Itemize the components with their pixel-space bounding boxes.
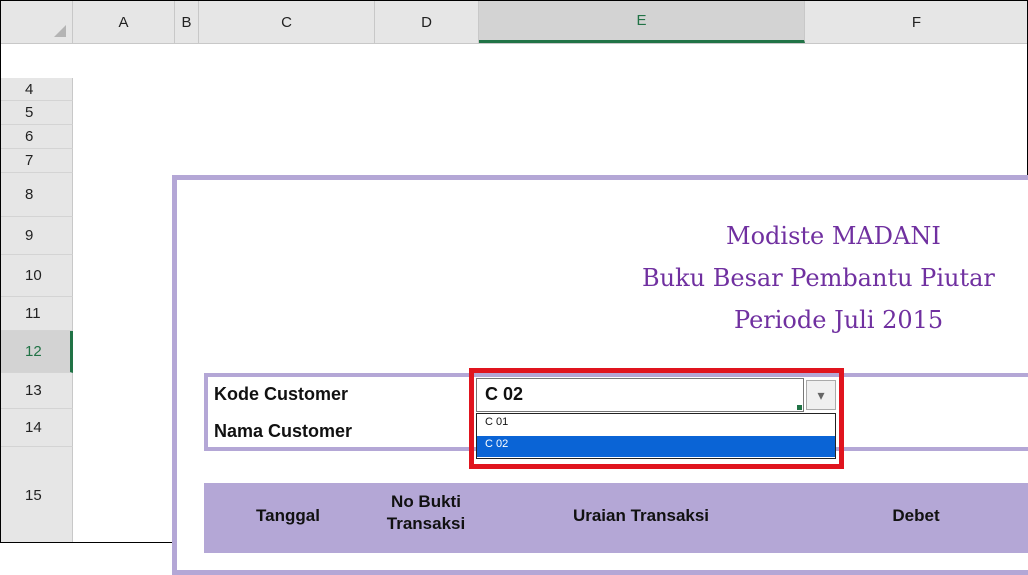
- row-header-14[interactable]: 14: [1, 409, 73, 447]
- row-header-4[interactable]: 4: [1, 78, 73, 101]
- row-header-15[interactable]: 15: [1, 447, 73, 542]
- kode-customer-label: Kode Customer: [214, 384, 349, 404]
- row-header-12[interactable]: 12: [1, 331, 73, 373]
- row-header-8[interactable]: 8: [1, 173, 73, 217]
- col-debet: Debet: [892, 506, 940, 525]
- row-header-13[interactable]: 13: [1, 373, 73, 409]
- column-header-c[interactable]: C: [199, 1, 375, 43]
- period-title: Periode Juli 2015: [734, 306, 944, 334]
- company-title: Modiste MADANI: [726, 222, 941, 250]
- select-all-corner[interactable]: [1, 1, 73, 43]
- report-title: Buku Besar Pembantu Piutar: [642, 264, 995, 292]
- row-header-6[interactable]: 6: [1, 125, 73, 149]
- col-no-bukti: No Bukti Transaksi: [374, 491, 478, 535]
- row-header-10[interactable]: 10: [1, 255, 73, 297]
- column-header-d[interactable]: D: [375, 1, 479, 43]
- col-tanggal: Tanggal: [256, 506, 320, 525]
- select-all-triangle-icon: [54, 25, 66, 37]
- row-header-11[interactable]: 11: [1, 297, 73, 331]
- nama-customer-label: Nama Customer: [214, 421, 353, 441]
- row-header-9[interactable]: 9: [1, 217, 73, 255]
- col-no-bukti-line1: No Bukti: [391, 492, 461, 511]
- col-no-bukti-line2: Transaksi: [386, 514, 466, 533]
- highlight-box: [469, 368, 844, 469]
- column-header-f[interactable]: F: [805, 1, 1027, 43]
- row-header-7[interactable]: 7: [1, 149, 73, 173]
- row-header-5[interactable]: 5: [1, 101, 73, 125]
- column-header-e[interactable]: E: [479, 1, 805, 43]
- column-header-a[interactable]: A: [73, 1, 175, 43]
- col-uraian: Uraian Transaksi: [572, 506, 710, 525]
- column-header-b[interactable]: B: [175, 1, 199, 43]
